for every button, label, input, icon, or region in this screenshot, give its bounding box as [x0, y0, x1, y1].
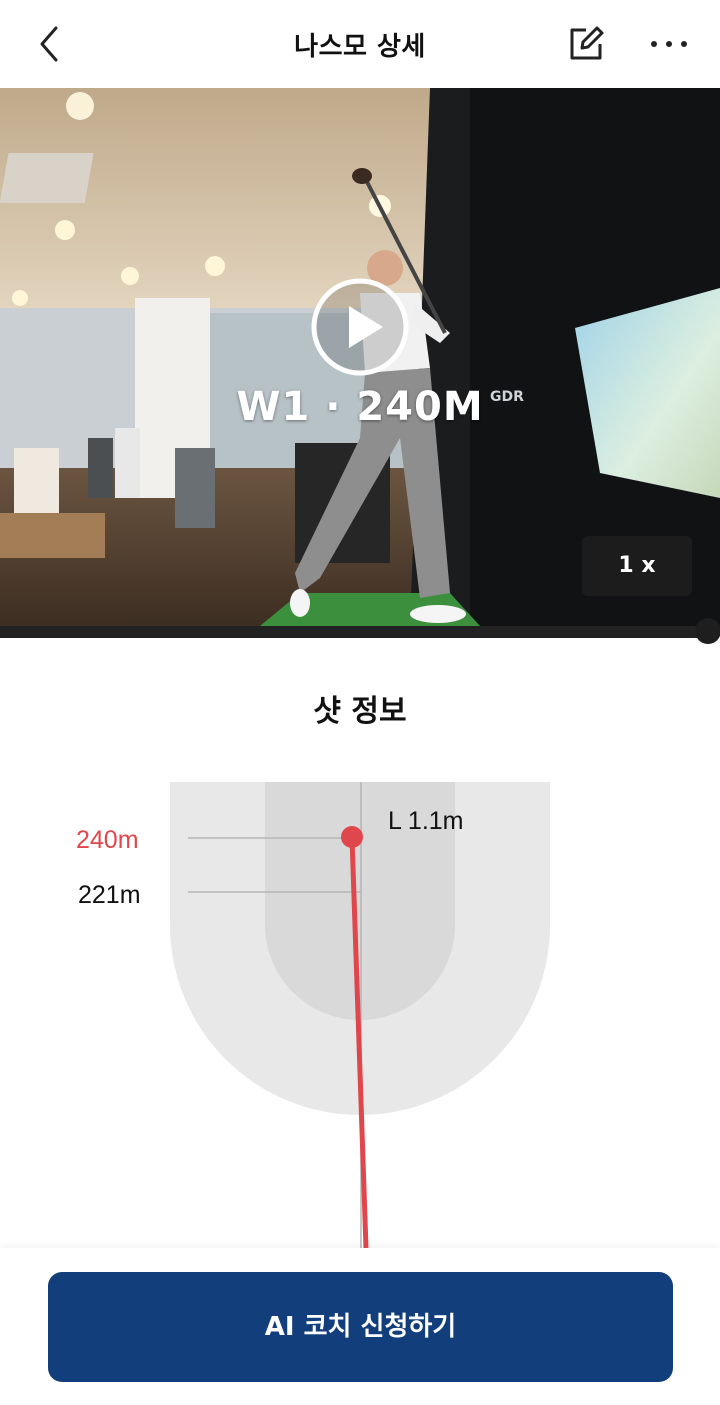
ball-landing-point	[341, 826, 363, 848]
page-title: 나스모 상세	[294, 32, 426, 62]
shot-trajectory-diagram: 240m 221m L 1.1m	[76, 782, 550, 1248]
shot-club-distance-label: W1 · 240M	[236, 384, 484, 430]
carry-distance-label: 240m	[76, 826, 139, 854]
playback-speed-button[interactable]: 1 x	[582, 536, 692, 596]
header: 나스모 상세	[0, 0, 720, 88]
side-deviation-label: L 1.1m	[388, 807, 464, 835]
more-horizontal-icon	[651, 41, 687, 47]
video-progress-bar[interactable]	[0, 626, 708, 638]
swing-video-player[interactable]: GDR W1 · 240M 1 x	[0, 88, 720, 626]
edit-icon	[570, 26, 604, 60]
play-icon	[311, 278, 409, 376]
play-button[interactable]	[311, 278, 409, 376]
ai-coach-apply-button[interactable]: AI 코치 신청하기	[48, 1272, 673, 1382]
edit-button[interactable]	[566, 24, 606, 64]
total-distance-label: 221m	[78, 881, 141, 909]
video-progress-thumb[interactable]	[695, 618, 720, 644]
app-root: 나스모 상세 GDR W1 · 240M 1 x 샷 정보 240m 221m …	[0, 0, 720, 1405]
more-button[interactable]	[646, 24, 692, 64]
shot-info-title: 샷 정보	[313, 694, 407, 729]
